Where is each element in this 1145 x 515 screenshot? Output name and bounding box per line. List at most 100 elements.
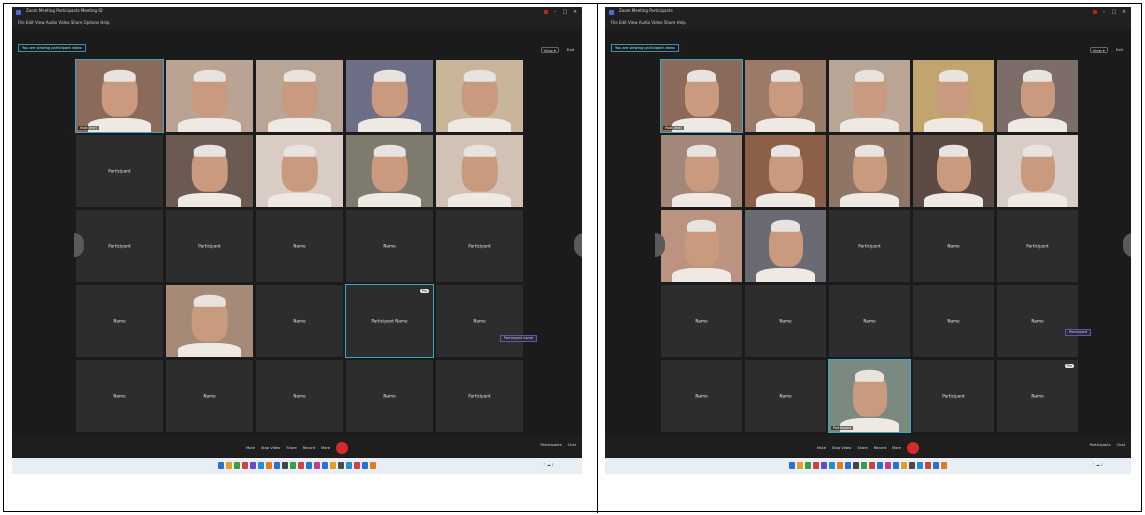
more-button[interactable]: More: [892, 446, 901, 450]
video-tile[interactable]: [436, 135, 523, 207]
video-tile[interactable]: [346, 135, 433, 207]
next-page-arrow-icon[interactable]: [574, 233, 582, 257]
minimize-icon[interactable]: –: [552, 9, 558, 15]
record-button[interactable]: Record: [303, 446, 315, 450]
name-tile[interactable]: Participant: [76, 135, 163, 207]
menu-items[interactable]: File Edit View Audio Video Share Help: [611, 20, 686, 25]
video-tile[interactable]: [997, 60, 1078, 132]
video-tile[interactable]: [829, 60, 910, 132]
name-tile[interactable]: Name: [346, 210, 433, 282]
taskbar-app-icon[interactable]: [789, 462, 795, 469]
video-tile[interactable]: [166, 285, 253, 357]
taskbar-app-icon[interactable]: [797, 462, 803, 469]
next-page-arrow-icon[interactable]: [1123, 233, 1131, 257]
end-call-button[interactable]: [907, 442, 920, 454]
video-tile[interactable]: [166, 135, 253, 207]
share-button[interactable]: Share: [857, 446, 867, 450]
taskbar-app-icon[interactable]: [282, 462, 288, 469]
taskbar-app-icon[interactable]: [813, 462, 819, 469]
taskbar-app-icon[interactable]: [370, 462, 376, 469]
video-tile[interactable]: [256, 135, 343, 207]
pin-button[interactable]: Pin: [1064, 364, 1074, 368]
record-button[interactable]: Record: [874, 446, 886, 450]
name-tile[interactable]: Participant Name Pin: [345, 284, 434, 358]
name-tile[interactable]: Participant: [829, 210, 910, 282]
taskbar-app-icon[interactable]: [346, 462, 352, 469]
video-tile[interactable]: [745, 135, 826, 207]
taskbar-app-icon[interactable]: [877, 462, 883, 469]
taskbar-app-icon[interactable]: [226, 462, 232, 469]
taskbar-app-icon[interactable]: [821, 462, 827, 469]
close-icon[interactable]: ×: [1121, 9, 1127, 15]
name-tile[interactable]: Name: [745, 360, 826, 432]
taskbar-app-icon[interactable]: [901, 462, 907, 469]
exit-button[interactable]: Exit: [1114, 47, 1125, 53]
exit-button[interactable]: Exit: [565, 47, 576, 53]
name-tile[interactable]: Name Pin: [997, 360, 1078, 432]
taskbar-app-icon[interactable]: [322, 462, 328, 469]
video-tile[interactable]: Participant: [828, 359, 911, 433]
mute-button[interactable]: Mute: [817, 446, 826, 450]
stop-video-button[interactable]: Stop Video: [261, 446, 280, 450]
taskbar-app-icon[interactable]: [869, 462, 875, 469]
share-button[interactable]: Share: [286, 446, 296, 450]
taskbar-app-icon[interactable]: [242, 462, 248, 469]
taskbar-app-icon[interactable]: [893, 462, 899, 469]
view-button[interactable]: View ▾: [1089, 47, 1108, 53]
name-tile[interactable]: Name: [661, 285, 742, 357]
taskbar-app-icon[interactable]: [941, 462, 947, 469]
video-tile[interactable]: [829, 135, 910, 207]
video-tile[interactable]: [436, 60, 523, 132]
end-call-button[interactable]: [336, 442, 349, 454]
taskbar-app-icon[interactable]: [362, 462, 368, 469]
name-tile[interactable]: Name: [166, 360, 253, 432]
name-tile[interactable]: Name: [256, 285, 343, 357]
video-tile[interactable]: [745, 210, 826, 282]
video-tile[interactable]: [661, 135, 742, 207]
taskbar-app-icon[interactable]: [885, 462, 891, 469]
stop-video-button[interactable]: Stop Video: [832, 446, 851, 450]
taskbar-app-icon[interactable]: [274, 462, 280, 469]
name-tile[interactable]: Participant: [436, 360, 523, 432]
pin-button[interactable]: Pin: [419, 289, 429, 293]
taskbar-app-icon[interactable]: [845, 462, 851, 469]
close-icon[interactable]: ×: [572, 9, 578, 15]
taskbar-app-icon[interactable]: [314, 462, 320, 469]
name-tile[interactable]: Name: [661, 360, 742, 432]
video-tile[interactable]: [166, 60, 253, 132]
mute-button[interactable]: Mute: [246, 446, 255, 450]
taskbar-app-icon[interactable]: [234, 462, 240, 469]
taskbar-app-icon[interactable]: [330, 462, 336, 469]
minimize-icon[interactable]: –: [1101, 9, 1107, 15]
name-tile[interactable]: Name: [256, 210, 343, 282]
taskbar-app-icon[interactable]: [306, 462, 312, 469]
chat-button[interactable]: Chat: [1117, 443, 1125, 447]
taskbar-app-icon[interactable]: [338, 462, 344, 469]
video-tile[interactable]: [913, 135, 994, 207]
taskbar-app-icon[interactable]: [258, 462, 264, 469]
name-tile[interactable]: Name: [76, 285, 163, 357]
name-tile[interactable]: Participant: [913, 360, 994, 432]
name-tile[interactable]: Participant: [436, 210, 523, 282]
chat-button[interactable]: Chat: [568, 443, 576, 447]
system-tray-icons[interactable]: ⌃ ☁ ♪: [543, 463, 554, 467]
name-tile[interactable]: Participant: [997, 210, 1078, 282]
taskbar-app-icon[interactable]: [266, 462, 272, 469]
name-tile[interactable]: Name: [829, 285, 910, 357]
video-tile[interactable]: [346, 60, 433, 132]
taskbar-app-icon[interactable]: [853, 462, 859, 469]
taskbar-app-icon[interactable]: [829, 462, 835, 469]
video-tile[interactable]: Host (me): [75, 59, 164, 133]
taskbar-app-icon[interactable]: [933, 462, 939, 469]
system-tray-icons[interactable]: ⌃ ☁ ♪: [1092, 463, 1103, 467]
name-tile[interactable]: Name: [436, 285, 523, 357]
taskbar-app-icon[interactable]: [909, 462, 915, 469]
taskbar-app-icon[interactable]: [290, 462, 296, 469]
video-tile[interactable]: [997, 135, 1078, 207]
maximize-icon[interactable]: □: [562, 9, 568, 15]
taskbar-app-icon[interactable]: [298, 462, 304, 469]
video-tile[interactable]: [745, 60, 826, 132]
video-tile[interactable]: [661, 210, 742, 282]
taskbar-app-icon[interactable]: [354, 462, 360, 469]
taskbar-app-icon[interactable]: [837, 462, 843, 469]
